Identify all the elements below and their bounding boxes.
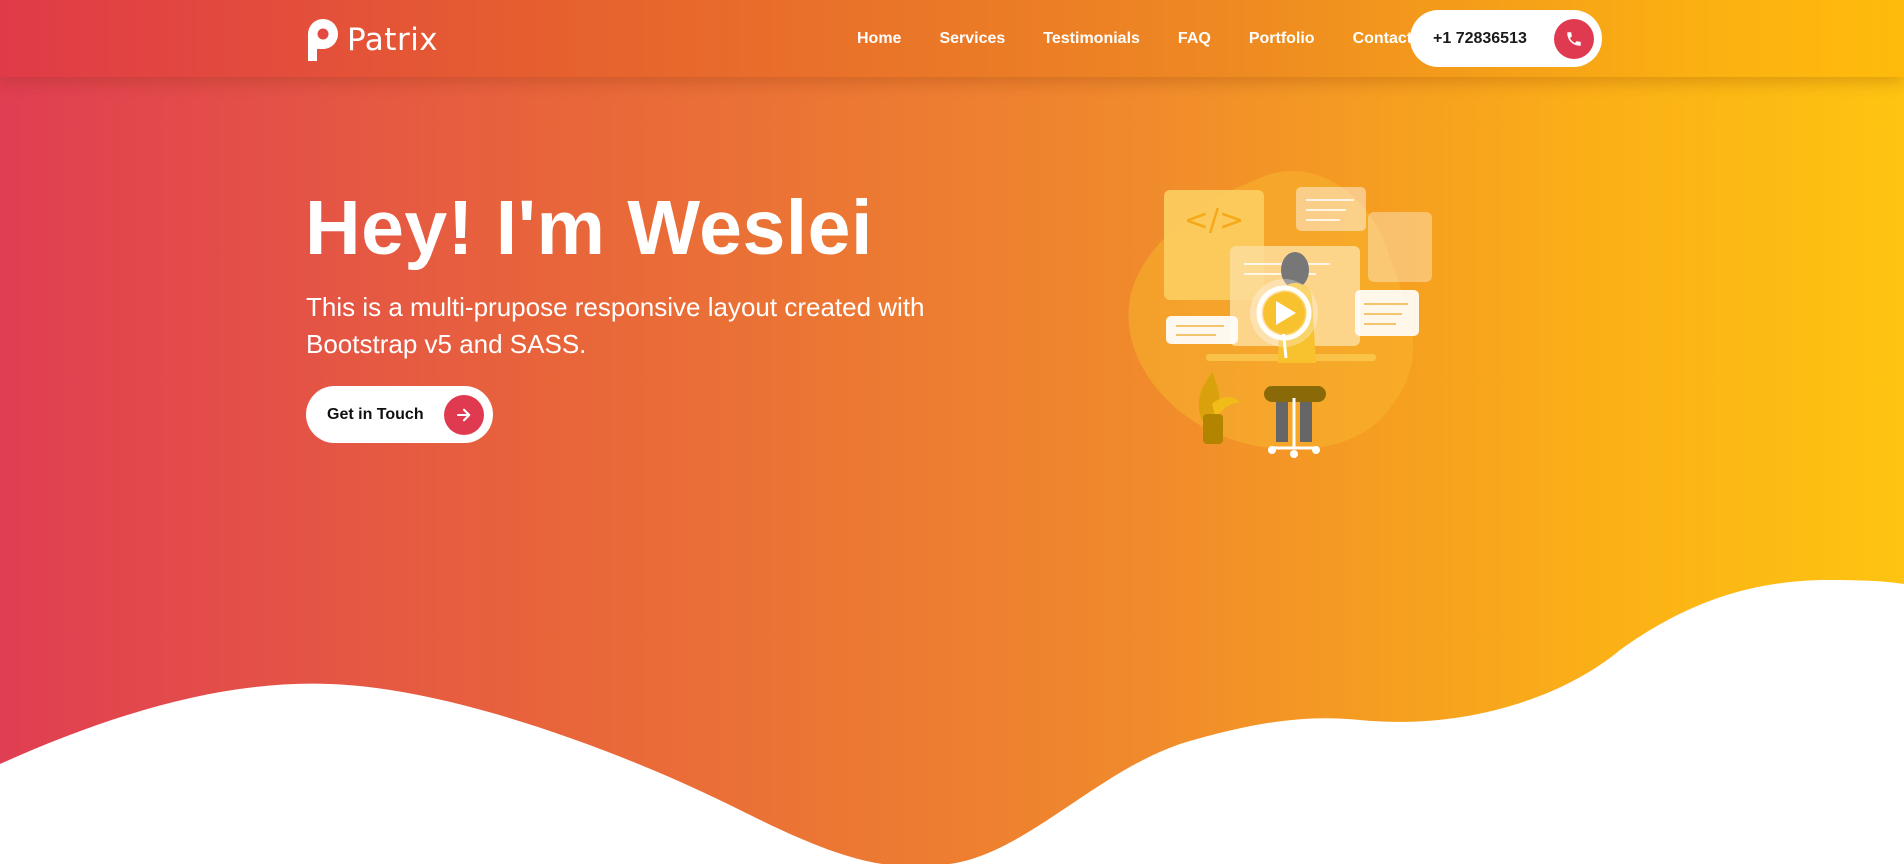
phone-button[interactable]: +1 72836513: [1410, 10, 1602, 67]
nav-home[interactable]: Home: [838, 30, 920, 48]
nav-testimonials[interactable]: Testimonials: [1024, 30, 1159, 48]
nav-faq[interactable]: FAQ: [1159, 30, 1230, 48]
arrow-right-icon: [444, 394, 484, 435]
brand[interactable]: Patrix: [308, 19, 438, 61]
nav-services[interactable]: Services: [920, 30, 1024, 48]
brand-name: Patrix: [347, 22, 439, 58]
hero-title: Hey! I'm Weslei: [305, 185, 873, 271]
svg-text:</>: </>: [1184, 203, 1244, 238]
main-nav: Home Services Testimonials FAQ Portfolio…: [838, 0, 1431, 77]
phone-number: +1 72836513: [1433, 29, 1527, 47]
developer-illustration: </>: [1128, 170, 1432, 458]
p-logo-icon: [308, 19, 338, 61]
nav-portfolio[interactable]: Portfolio: [1230, 30, 1334, 48]
play-icon: [1250, 279, 1318, 347]
top-navbar: Patrix Home Services Testimonials FAQ Po…: [0, 0, 1904, 77]
bottom-wave: [0, 580, 1904, 864]
hero-subtitle: This is a multi-prupose responsive layou…: [306, 292, 925, 359]
get-in-touch-button[interactable]: Get in Touch: [306, 386, 493, 443]
cta-label: Get in Touch: [327, 405, 424, 423]
phone-icon: [1554, 18, 1594, 59]
